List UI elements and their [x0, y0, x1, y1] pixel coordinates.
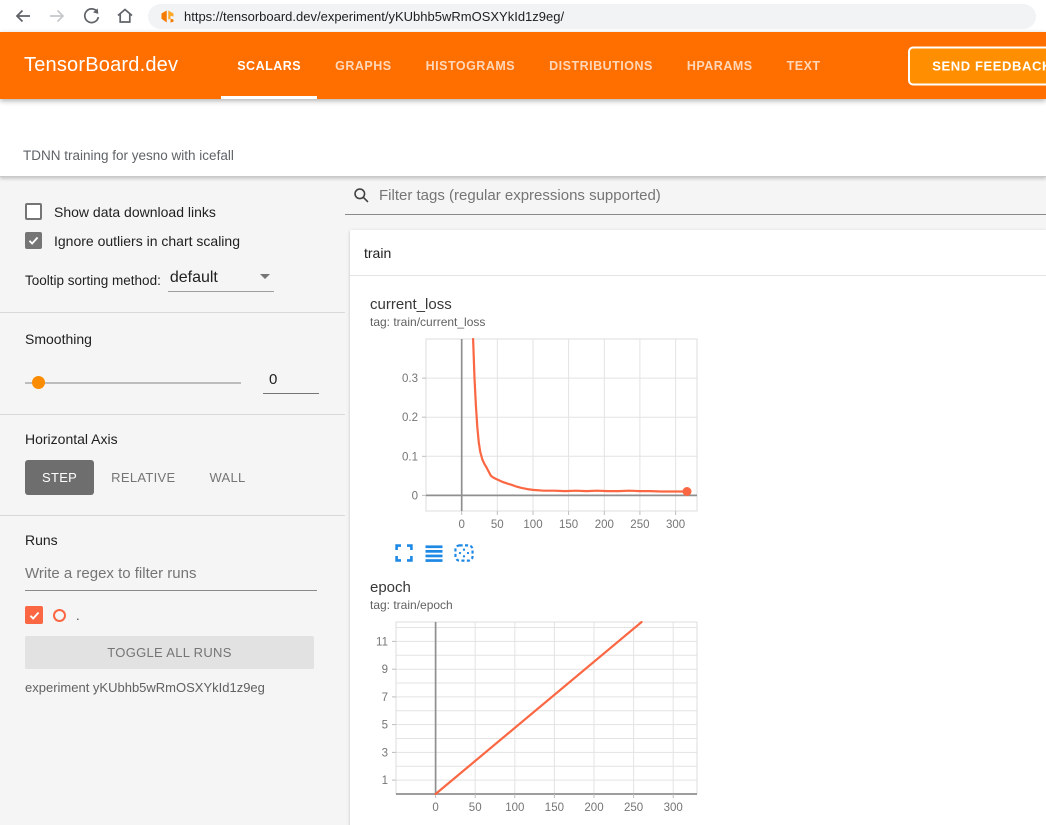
chevron-down-icon [260, 274, 270, 279]
chart-title: epoch [370, 579, 708, 596]
ignore-outliers-row[interactable]: Ignore outliers in chart scaling [25, 232, 320, 249]
run-color-swatch [53, 609, 66, 622]
smoothing-slider-knob[interactable] [32, 376, 45, 389]
svg-text:300: 300 [664, 802, 683, 814]
chart-tag: tag: train/epoch [370, 598, 708, 612]
reload-icon[interactable] [78, 3, 104, 29]
settings-sidebar: Show data download links Ignore outliers… [0, 177, 345, 825]
ignore-outliers-checkbox[interactable] [25, 232, 42, 249]
runs-label: Runs [25, 532, 320, 548]
run-checkbox[interactable] [25, 606, 43, 624]
svg-text:100: 100 [505, 802, 524, 814]
forward-icon[interactable] [44, 3, 70, 29]
axis-wall-button[interactable]: WALL [192, 460, 262, 495]
chart-plot-current_loss[interactable]: 0 50 100 150 200 250 300 0 0.1 0.2 0.3 [368, 335, 702, 541]
svg-text:7: 7 [382, 692, 388, 704]
tab-text[interactable]: TEXT [770, 32, 838, 99]
svg-text:5: 5 [382, 720, 388, 732]
show-download-links-label: Show data download links [54, 204, 216, 220]
show-download-links-checkbox[interactable] [25, 203, 42, 220]
section-header-train[interactable]: train [350, 230, 1046, 276]
svg-text:50: 50 [491, 519, 504, 531]
svg-text:150: 150 [545, 802, 564, 814]
horizontal-axis-toggle: STEP RELATIVE WALL [25, 460, 320, 495]
svg-text:0.1: 0.1 [402, 451, 418, 463]
search-icon [353, 187, 370, 204]
back-icon[interactable] [10, 3, 36, 29]
home-icon[interactable] [112, 3, 138, 29]
svg-text:0.2: 0.2 [402, 412, 418, 424]
section-label: train [364, 245, 391, 261]
tensorboard-favicon [160, 9, 175, 24]
app-logo: TensorBoard.dev [24, 54, 178, 77]
experiment-caption: experiment yKUbhb5wRmOSXYkId1z9eg [25, 680, 320, 695]
chart-title: current_loss [370, 296, 708, 313]
svg-text:11: 11 [376, 636, 388, 648]
axis-relative-button[interactable]: RELATIVE [94, 460, 192, 495]
svg-text:3: 3 [382, 747, 388, 759]
nav-tabs: SCALARS GRAPHS HISTOGRAMS DISTRIBUTIONS … [220, 32, 837, 99]
svg-text:200: 200 [595, 519, 614, 531]
svg-text:0: 0 [432, 802, 438, 814]
tab-scalars[interactable]: SCALARS [220, 32, 318, 99]
log-scale-icon[interactable] [424, 543, 444, 563]
send-feedback-button[interactable]: SEND FEEDBACK [908, 46, 1046, 85]
svg-text:0.3: 0.3 [402, 373, 418, 385]
svg-text:250: 250 [624, 802, 643, 814]
show-download-links-row[interactable]: Show data download links [25, 203, 320, 220]
svg-text:0: 0 [458, 519, 464, 531]
horizontal-axis-label: Horizontal Axis [25, 431, 320, 447]
charts-grid: current_losstag: train/current_loss05010… [350, 276, 1046, 825]
svg-text:0: 0 [412, 490, 418, 502]
smoothing-value-input[interactable] [263, 371, 319, 394]
tooltip-sorting-dropdown[interactable]: default [168, 269, 274, 292]
url-text: https://tensorboard.dev/experiment/yKUbh… [184, 9, 564, 24]
tab-histograms[interactable]: HISTOGRAMS [409, 32, 533, 99]
svg-text:200: 200 [584, 802, 603, 814]
chart-plot-epoch[interactable]: 0 50 100 150 200 250 300 1 3 5 7 9 11 [368, 618, 702, 824]
ignore-outliers-label: Ignore outliers in chart scaling [54, 233, 240, 249]
svg-text:1: 1 [382, 775, 388, 787]
app-header: TensorBoard.dev SCALARS GRAPHS HISTOGRAM… [0, 32, 1046, 99]
tooltip-sorting-value: default [170, 269, 218, 287]
content: Show data download links Ignore outliers… [0, 177, 1046, 825]
axis-step-button[interactable]: STEP [25, 460, 94, 495]
svg-text:9: 9 [382, 664, 388, 676]
runs-filter-input[interactable] [25, 558, 317, 591]
tab-graphs[interactable]: GRAPHS [318, 32, 408, 99]
chart-card-current_loss: current_loss tag: train/current_loss 0 50 10… [368, 296, 708, 579]
fullscreen-icon[interactable] [394, 543, 414, 563]
smoothing-label: Smoothing [25, 313, 320, 347]
url-bar[interactable]: https://tensorboard.dev/experiment/yKUbh… [148, 4, 1036, 29]
tab-distributions[interactable]: DISTRIBUTIONS [532, 32, 670, 99]
run-row[interactable]: . [25, 606, 320, 624]
chart-tag: tag: train/current_loss [370, 315, 708, 329]
train-section-card: train current_loss tag: train/current_los… [350, 230, 1046, 825]
svg-text:50: 50 [469, 802, 482, 814]
browser-chrome: https://tensorboard.dev/experiment/yKUbh… [0, 0, 1046, 32]
fit-domain-icon[interactable] [454, 543, 474, 563]
experiment-title: TDNN training for yesno with icefall [23, 148, 234, 163]
toggle-all-runs-button[interactable]: TOGGLE ALL RUNS [25, 636, 314, 669]
svg-text:300: 300 [666, 519, 685, 531]
run-name: . [76, 608, 80, 623]
tooltip-sorting-label: Tooltip sorting method: [25, 273, 161, 292]
svg-text:150: 150 [559, 519, 578, 531]
experiment-title-bar: TDNN training for yesno with icefall [0, 99, 1046, 177]
tag-filter-row [345, 177, 1046, 215]
svg-text:100: 100 [523, 519, 542, 531]
chart-actions [394, 543, 708, 563]
svg-text:250: 250 [630, 519, 649, 531]
chart-card-epoch: epoch tag: train/epoch 0 50 100 150 200 250 300 1… [368, 579, 708, 825]
tab-hparams[interactable]: HPARAMS [670, 32, 770, 99]
main-panel: train current_loss tag: train/current_los… [345, 177, 1046, 825]
tag-filter-input[interactable] [379, 187, 1046, 204]
smoothing-slider[interactable] [25, 382, 241, 384]
